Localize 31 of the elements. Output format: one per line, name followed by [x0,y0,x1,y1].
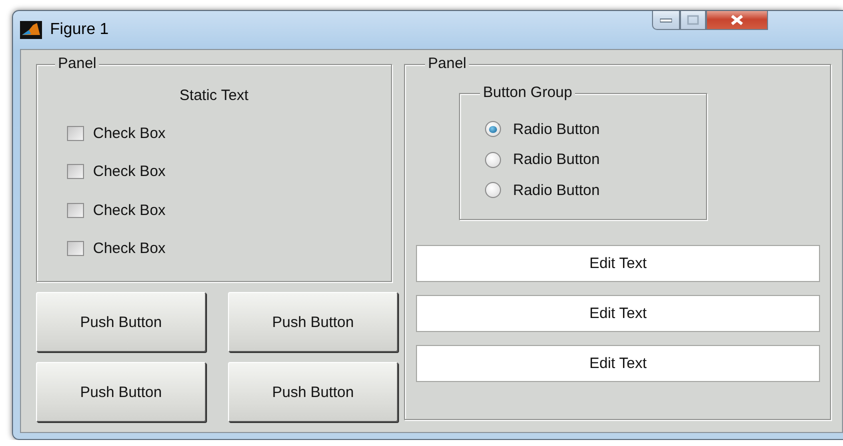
window-title: Figure 1 [50,21,109,39]
maximize-icon [687,14,699,24]
minimize-button[interactable] [652,11,680,30]
checkbox[interactable] [67,241,84,256]
radio-label: Radio Button [513,120,600,138]
minimize-icon [660,16,672,22]
radio-button[interactable] [485,182,501,198]
maximize-button[interactable] [680,11,706,30]
checkbox-label: Check Box [93,240,166,258]
checkbox-label: Check Box [93,124,166,142]
push-button[interactable]: Push Button [36,362,206,422]
push-button[interactable]: Push Button [36,292,206,352]
push-button[interactable]: Push Button [228,292,398,352]
checkbox[interactable] [67,126,84,141]
radio-button[interactable] [485,152,501,168]
radio-label: Radio Button [513,151,600,168]
radio-label: Radio Button [513,182,600,199]
edit-text-field[interactable]: Edit Text [416,345,820,382]
checkbox[interactable] [67,202,84,218]
radio-button[interactable] [485,121,501,138]
edit-text-field[interactable]: Edit Text [416,245,820,282]
static-text: Static Text [180,87,248,104]
push-button[interactable]: Push Button [228,362,398,422]
checkbox-label: Check Box [93,163,166,180]
checkbox-label: Check Box [93,202,166,219]
button-group-title: Button Group [480,85,576,101]
checkbox[interactable] [67,164,84,180]
app-logo-icon [20,21,42,39]
edit-text-field[interactable]: Edit Text [416,295,820,332]
close-button[interactable] [706,11,768,30]
close-icon [730,14,744,26]
